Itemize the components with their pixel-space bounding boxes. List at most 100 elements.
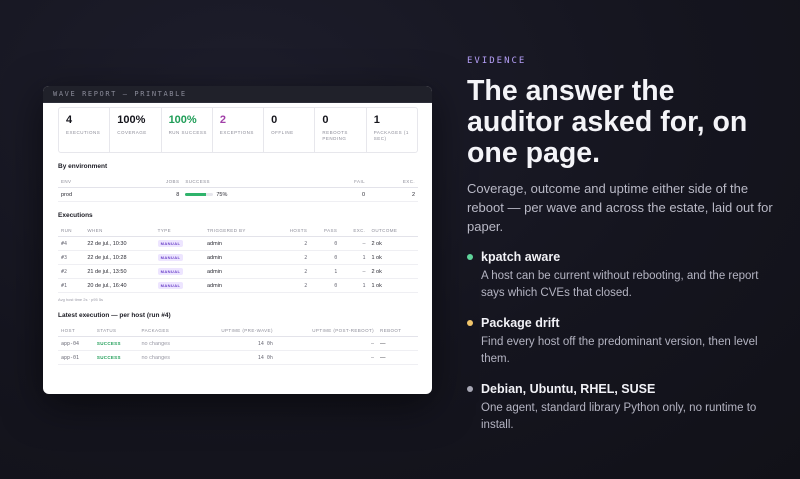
table-row: #2 21 de jul., 13:50 MANUAL admin 2 1–2 ok (58, 264, 418, 279)
feature-package-drift: Package drift Find every host off the pr… (467, 316, 787, 368)
run-outcome: 2 ok (368, 264, 418, 279)
table-row: prod 8 75% 0 2 (58, 187, 418, 202)
run-id: #3 (58, 250, 85, 265)
column-header: PACKAGES (138, 325, 190, 337)
table-row: app-04 SUCCESS no changes 14 0h – — (58, 336, 418, 351)
stat-value: 100% (168, 114, 197, 126)
report-preview-card: WAVE REPORT — PRINTABLE 4 EXECUTIONS 100% C… (43, 86, 432, 394)
status-badge: SUCCESS (96, 340, 121, 346)
run-outcome: 2 ok (368, 236, 418, 251)
latest-execution-table: HOST STATUS PACKAGES UPTIME (PRE-WAVE) UPTIM… (58, 325, 418, 365)
run-type: MANUAL (154, 236, 204, 251)
lead-paragraph: Coverage, outcome and uptime either side… (467, 181, 773, 234)
triggered-by: admin (204, 264, 274, 279)
stat-tile: 0 REBOOTS PENDING (315, 108, 367, 152)
stat-label: REBOOTS PENDING (322, 130, 348, 141)
run-pass: 0 (310, 250, 341, 265)
bullet-dot-icon (467, 320, 473, 326)
run-exceptions: – (340, 264, 369, 279)
col-fail: FAIL (319, 176, 368, 188)
host-status: SUCCESS (93, 336, 139, 351)
run-hosts: 2 (273, 264, 311, 279)
table-row: app-01 SUCCESS no changes 14 0h – — (58, 350, 418, 365)
success-progress-fill (185, 192, 207, 196)
host-status: SUCCESS (93, 350, 139, 365)
feature-distros: Debian, Ubuntu, RHEL, SUSE One agent, st… (467, 382, 787, 434)
run-hosts: 2 (273, 278, 311, 293)
stat-label: COVERAGE (117, 130, 147, 135)
run-id: #1 (58, 278, 85, 293)
eyebrow-label: EVIDENCE (467, 56, 527, 66)
bullet-dot-icon (467, 254, 473, 260)
stat-value: 100% (117, 114, 146, 126)
run-pass: 0 (310, 236, 341, 251)
headline: The answer the auditor asked for, on one… (467, 75, 748, 169)
col-jobs: JOBS (163, 176, 183, 188)
run-outcome: 1 ok (368, 278, 418, 293)
stat-tile: 2 EXCEPTIONS (213, 108, 265, 152)
column-header: STATUS (93, 325, 139, 337)
run-hosts: 2 (273, 236, 311, 251)
type-badge: MANUAL (157, 254, 184, 261)
column-header: HOST (58, 325, 94, 337)
executions-footnote: Avg host time 2s · p95 5s (58, 297, 104, 302)
run-exceptions: 1 (340, 250, 369, 265)
column-header: WHEN (84, 225, 155, 237)
marketing-copy: EVIDENCE The answer the auditor asked fo… (467, 56, 787, 434)
feature-title: Debian, Ubuntu, RHEL, SUSE (481, 382, 656, 396)
env-name: prod (58, 187, 163, 202)
run-exceptions: – (340, 236, 369, 251)
stat-value: 4 (66, 114, 73, 126)
uptime-pre: 14 0h (189, 336, 276, 351)
run-id: #4 (58, 236, 85, 251)
stat-tile: 4 EXECUTIONS (59, 108, 111, 152)
by-environment-table: ENV JOBS SUCCESS FAIL EXC. prod 8 75% 0 … (58, 176, 418, 202)
stat-tile: 0 OFFLINE (264, 108, 316, 152)
triggered-by: admin (204, 236, 274, 251)
env-exc: 2 (368, 187, 418, 202)
feature-title: Package drift (481, 316, 560, 330)
run-type: MANUAL (154, 250, 204, 265)
column-header: PASS (310, 225, 341, 237)
run-id: #2 (58, 264, 85, 279)
column-header: UPTIME (PRE-WAVE) (189, 325, 276, 337)
run-when: 20 de jul., 16:40 (84, 278, 155, 293)
column-header: REBOOT (377, 325, 418, 337)
stat-label: PACKAGES (1 SEC) (373, 130, 409, 141)
run-pass: 1 (310, 264, 341, 279)
run-outcome: 1 ok (368, 250, 418, 265)
run-hosts: 2 (273, 250, 311, 265)
stat-tile: 1 PACKAGES (1 SEC) (367, 108, 417, 152)
host-name: app-04 (58, 336, 94, 351)
stat-tile: 100% RUN SUCCESS (162, 108, 213, 152)
column-header: HOSTS (273, 225, 311, 237)
run-when: 22 de jul., 10:30 (84, 236, 155, 251)
feature-title: kpatch aware (481, 250, 561, 264)
report-title-bar: WAVE REPORT — PRINTABLE (43, 86, 432, 103)
run-pass: 0 (310, 278, 341, 293)
column-header: TRIGGERED BY (204, 225, 274, 237)
uptime-post: – (275, 336, 378, 351)
type-badge: MANUAL (157, 282, 184, 289)
latest-execution-title: Latest execution — per host (run #4) (58, 312, 171, 319)
stat-value: 0 (322, 114, 329, 126)
col-exc: EXC. (368, 176, 418, 188)
run-type: MANUAL (154, 278, 204, 293)
env-fail: 0 (319, 187, 368, 202)
env-success-text: 75% (216, 191, 228, 198)
run-when: 22 de jul., 10:28 (84, 250, 155, 265)
uptime-post: – (275, 350, 378, 365)
summary-stats: 4 EXECUTIONS 100% COVERAGE 100% RUN SUCCESS 2 E… (58, 107, 418, 153)
table-row: #3 22 de jul., 10:28 MANUAL admin 2 0 1 1 ok (58, 250, 418, 265)
run-type: MANUAL (154, 264, 204, 279)
executions-table: RUN WHEN TYPE TRIGGERED BY HOSTS PASS EXC. OUTC… (58, 225, 418, 293)
feature-description: A host can be current without rebooting,… (481, 270, 759, 299)
stat-value: 1 (373, 114, 380, 126)
col-env: ENV (58, 176, 163, 188)
column-header: TYPE (154, 225, 204, 237)
triggered-by: admin (204, 278, 274, 293)
stat-label: EXECUTIONS (66, 130, 101, 135)
column-header: RUN (58, 225, 85, 237)
stat-tile: 100% COVERAGE (110, 108, 162, 152)
status-badge: SUCCESS (96, 354, 121, 360)
